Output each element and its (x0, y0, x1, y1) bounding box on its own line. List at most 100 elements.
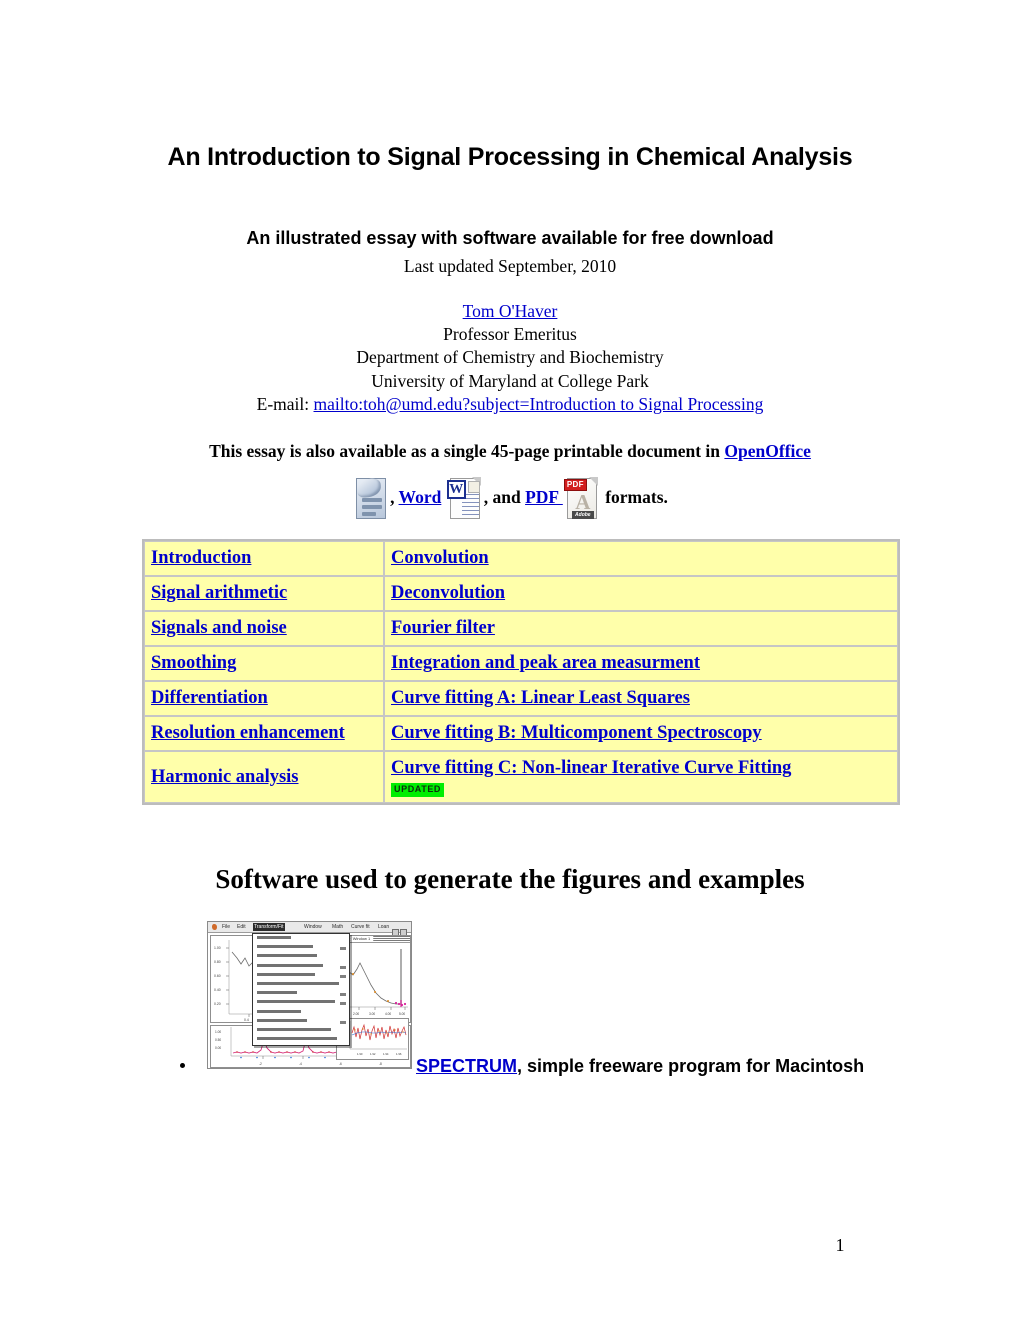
svg-text:0.00: 0.00 (215, 1046, 221, 1050)
toc-link-curve-fitting-a[interactable]: Curve fitting A: Linear Least Squares (391, 688, 690, 708)
formats-separator-1: , (390, 487, 399, 508)
menu-shortcut (340, 1002, 346, 1006)
toc-cell-left: Signals and noise (144, 611, 384, 646)
menu-item (253, 1000, 349, 1007)
toc-cell-left: Differentiation (144, 681, 384, 716)
toc-link-integration-peak-area[interactable]: Integration and peak area measurment (391, 653, 700, 673)
toc-link-curve-fitting-b[interactable]: Curve fitting B: Multicomponent Spectros… (391, 723, 762, 743)
email-link[interactable]: mailto:toh@umd.edu?subject=Introduction … (314, 394, 764, 414)
updated-badge-wrap: UPDATED (391, 780, 891, 797)
pdf-icon-adobe-label: Adobe (571, 511, 594, 519)
menu-item (253, 972, 349, 980)
menu-shortcut (340, 993, 346, 997)
toc-link-fourier-filter[interactable]: Fourier filter (391, 618, 495, 638)
formats-lead-text: This essay is also available as a single… (209, 441, 725, 461)
author-email-line: E-mail: mailto:toh@umd.edu?subject=Intro… (110, 393, 910, 416)
openoffice-link[interactable]: OpenOffice (724, 441, 811, 461)
screenshot-menu-file: File (222, 924, 231, 930)
toc-link-curve-fitting-c[interactable]: Curve fitting C: Non-linear Iterative Cu… (391, 758, 791, 778)
menu-item (253, 954, 349, 961)
word-icon-badge: W (446, 480, 466, 499)
screenshot-menu-math: Math (332, 924, 344, 930)
bullet-point-icon (180, 1063, 185, 1068)
toc-link-signals-and-noise[interactable]: Signals and noise (151, 618, 287, 638)
plot-topright-title: Window 1 (349, 936, 374, 942)
toc-link-smoothing[interactable]: Smoothing (151, 653, 236, 673)
list-item: SPECTRUM, simple freeware program for Ma… (180, 1052, 880, 1081)
table-row: Signal arithmetic Deconvolution (144, 576, 898, 611)
openoffice-icon-line-3 (362, 512, 377, 516)
formats-icon-row: , Word W , and PDF A Adobe PDF formats. (130, 476, 890, 522)
table-row: Differentiation Curve fitting A: Linear … (144, 681, 898, 716)
pdf-document-icon: A Adobe PDF (563, 476, 601, 522)
openoffice-icon-line-2 (362, 505, 383, 509)
menu-item (253, 1018, 349, 1026)
pdf-icon-badge: PDF (563, 479, 587, 491)
toc-link-introduction[interactable]: Introduction (151, 548, 251, 568)
openoffice-document-icon (352, 476, 390, 522)
pdf-link[interactable]: PDF (525, 487, 563, 507)
table-of-contents: Introduction Convolution Signal arithmet… (142, 539, 900, 805)
spectrum-link[interactable]: SPECTRUM (416, 1056, 517, 1076)
email-label: E-mail: (256, 393, 314, 414)
page-title: An Introduction to Signal Processing in … (167, 143, 853, 171)
formats-paragraph: This essay is also available as a single… (130, 438, 890, 522)
author-department: Department of Chemistry and Biochemistry (356, 347, 664, 368)
table-row: Signals and noise Fourier filter (144, 611, 898, 646)
last-updated-text: Last updated September, 2010 (403, 256, 617, 276)
author-name-link[interactable]: Tom O'Haver (463, 301, 558, 321)
openoffice-icon-line-1 (362, 498, 383, 502)
spectrum-program-screenshot: File Edit Transform/Fit Window Math Curv… (207, 921, 412, 1069)
status-badge: UPDATED (391, 783, 445, 797)
toc-cell-right: Fourier filter (384, 611, 898, 646)
menu-item (253, 981, 349, 989)
spectrum-description: , simple freeware program for Macintosh (517, 1056, 865, 1076)
toc-link-signal-arithmetic[interactable]: Signal arithmetic (151, 583, 287, 603)
author-name-line: Tom O'Haver (110, 300, 910, 323)
toc-cell-left: Harmonic analysis (144, 751, 384, 803)
svg-text:2.00: 2.00 (353, 1012, 359, 1016)
svg-text:0.80: 0.80 (214, 960, 221, 964)
toc-cell-right: Curve fitting B: Multicomponent Spectros… (384, 716, 898, 751)
svg-text:0.4: 0.4 (244, 1018, 249, 1022)
page-subtitle: An illustrated essay with software avail… (246, 228, 774, 248)
menu-item (253, 1027, 349, 1035)
toc-cell-left: Introduction (144, 541, 384, 576)
screenshot-window-buttons (391, 923, 409, 936)
formats-separator-2: , and (483, 487, 526, 508)
toc-cell-right: Integration and peak area measurment (384, 646, 898, 681)
table-row: Resolution enhancement Curve fitting B: … (144, 716, 898, 751)
word-icon-thumbnail (467, 481, 480, 493)
screenshot-menu-edit: Edit (237, 924, 246, 930)
toc-link-differentiation[interactable]: Differentiation (151, 688, 268, 708)
toc-link-convolution[interactable]: Convolution (391, 548, 489, 568)
pdf-icon-acrobat-glyph: A (575, 490, 591, 514)
svg-text:0.50: 0.50 (215, 1038, 221, 1042)
svg-text:0.60: 0.60 (214, 974, 221, 978)
table-row: Harmonic analysis Curve fitting C: Non-l… (144, 751, 898, 803)
menu-shortcut (340, 965, 346, 969)
toc-link-harmonic-analysis[interactable]: Harmonic analysis (151, 767, 299, 787)
toc-cell-left: Signal arithmetic (144, 576, 384, 611)
toc-cell-left: Smoothing (144, 646, 384, 681)
toc-link-deconvolution[interactable]: Deconvolution (391, 583, 505, 603)
table-row: Smoothing Integration and peak area meas… (144, 646, 898, 681)
toc-link-resolution-enhancement[interactable]: Resolution enhancement (151, 723, 345, 743)
toc-cell-right: Curve fitting A: Linear Least Squares (384, 681, 898, 716)
svg-text:0.20: 0.20 (214, 1002, 221, 1006)
screenshot-menu-transform: Transform/Fit (253, 923, 285, 931)
svg-text:3.00: 3.00 (369, 1012, 375, 1016)
screenshot-menubar: File Edit Transform/Fit Window Math Curv… (208, 922, 411, 936)
word-link[interactable]: Word (399, 487, 442, 507)
page-number: 1 (835, 1235, 845, 1255)
menu-shortcut (340, 1020, 346, 1024)
menu-shortcut (340, 947, 346, 951)
menu-item (253, 945, 349, 952)
svg-text:1.00: 1.00 (215, 1030, 221, 1034)
table-row: Introduction Convolution (144, 541, 898, 576)
author-role: Professor Emeritus (443, 324, 577, 345)
section-heading-software: Software used to generate the figures an… (215, 864, 805, 894)
toc-cell-right: Convolution (384, 541, 898, 576)
bullet-text: SPECTRUM, simple freeware program for Ma… (180, 1052, 880, 1081)
menu-item (253, 963, 349, 971)
